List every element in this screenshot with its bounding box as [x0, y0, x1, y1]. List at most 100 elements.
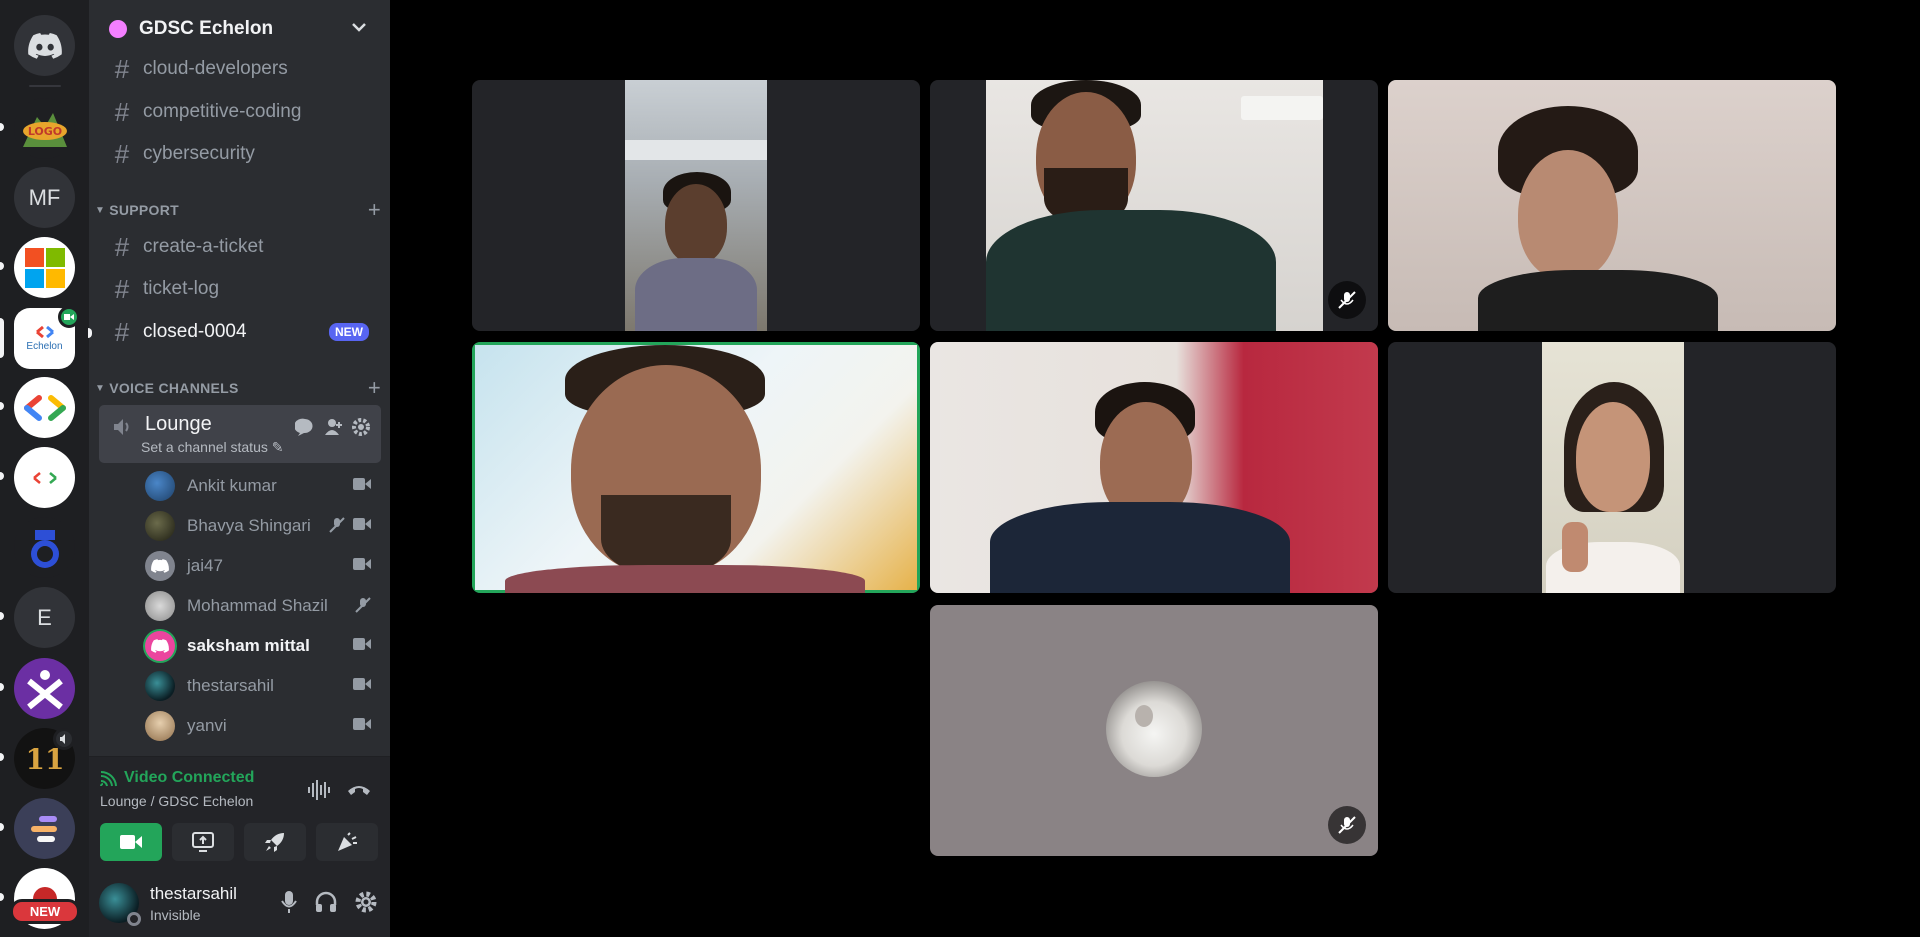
video-tile[interactable]	[1388, 342, 1836, 593]
voice-member[interactable]: jai47	[145, 548, 381, 584]
avatar	[145, 551, 175, 581]
server-header[interactable]: GDSC Echelon	[89, 0, 390, 58]
channel-closed-0004[interactable]: # closed-0004 NEW	[99, 314, 381, 350]
channel-status-label: Set a channel status	[141, 439, 268, 455]
invite-icon[interactable]	[323, 417, 343, 437]
avatar	[145, 671, 175, 701]
person-body	[1478, 270, 1718, 331]
activities-button[interactable]	[244, 823, 306, 861]
channel-ticket-log[interactable]: # ticket-log	[99, 271, 381, 307]
member-name: yanvi	[187, 716, 227, 735]
locked-hash-icon: #	[114, 273, 130, 304]
avatar	[145, 631, 175, 661]
server-icon-purple[interactable]	[14, 658, 75, 719]
video-feed	[1388, 80, 1836, 331]
member-name: Mohammad Shazil	[187, 596, 328, 615]
screen-share-button[interactable]	[172, 823, 234, 861]
video-tile[interactable]	[930, 80, 1378, 331]
puppy-ear	[1135, 705, 1153, 727]
muted-mic-badge	[1328, 281, 1366, 319]
video-tile[interactable]	[930, 342, 1378, 593]
person-body	[986, 210, 1276, 331]
video-tile-avatar[interactable]	[930, 605, 1378, 856]
soundboard-button[interactable]	[316, 823, 378, 861]
voice-activity-badge-icon	[53, 728, 75, 750]
gdsc-icon[interactable]	[14, 377, 75, 438]
voice-channel-lounge[interactable]: Lounge Set a channel status ✎	[99, 405, 381, 463]
signal-icon	[100, 771, 117, 787]
voice-channel-name: Lounge	[145, 413, 212, 435]
voice-status[interactable]: Video Connected	[124, 769, 254, 787]
pencil-icon: ✎	[271, 439, 284, 455]
camera-icon	[353, 678, 371, 690]
unread-pip	[0, 402, 4, 410]
muted-mic-badge	[1328, 806, 1366, 844]
unread-pip	[0, 472, 4, 480]
rocket-icon	[265, 833, 284, 852]
disconnect-icon[interactable]	[346, 781, 372, 797]
soundboard-icon	[338, 832, 357, 851]
muted-mic-icon	[1338, 816, 1356, 834]
svg-text:LOGO: LOGO	[27, 125, 61, 138]
speaker-icon	[114, 419, 129, 435]
voice-connection-panel: Video Connected Lounge / GDSC Echelon	[89, 756, 390, 870]
new-servers-badge[interactable]: NEW	[10, 899, 80, 924]
beard	[601, 495, 731, 575]
category-support[interactable]: ▼ SUPPORT +	[95, 197, 381, 223]
video-tile[interactable]	[1388, 80, 1836, 331]
server-icon-mf[interactable]: MF	[14, 167, 75, 228]
server-icon-blue[interactable]	[14, 517, 75, 578]
channel-sidebar: GDSC Echelon # cloud-developers # compet…	[88, 0, 390, 937]
add-channel-icon[interactable]: +	[368, 375, 381, 401]
user-panel: thestarsahil Invisible	[89, 870, 390, 937]
person-body	[990, 502, 1290, 593]
channel-competitive-coding[interactable]: # competitive-coding	[99, 94, 381, 130]
user-settings-gear-icon[interactable]	[354, 890, 378, 914]
video-feed	[1542, 342, 1684, 593]
unread-pip	[0, 262, 4, 270]
voice-member[interactable]: saksham mittal	[145, 628, 381, 664]
add-channel-icon[interactable]: +	[368, 197, 381, 223]
hash-icon: #	[114, 96, 130, 127]
voice-member[interactable]: yanvi	[145, 708, 381, 744]
video-tile[interactable]	[472, 80, 920, 331]
server-icon-stack[interactable]	[14, 798, 75, 859]
rail-divider	[29, 85, 61, 87]
member-name: Ankit kumar	[187, 476, 277, 495]
voice-member[interactable]: thestarsahil	[145, 668, 381, 704]
voice-member[interactable]: Ankit kumar	[145, 468, 381, 504]
camera-icon	[353, 518, 371, 530]
chat-icon[interactable]	[295, 417, 315, 437]
gear-icon[interactable]	[351, 417, 371, 437]
avatar	[145, 511, 175, 541]
channel-label: cybersecurity	[143, 143, 255, 164]
unread-pip	[88, 328, 92, 338]
video-feed	[625, 80, 767, 331]
video-tile-speaking[interactable]	[472, 342, 920, 593]
category-voice-channels[interactable]: ▼ VOICE CHANNELS +	[95, 375, 381, 401]
voice-location[interactable]: Lounge / GDSC Echelon	[100, 793, 253, 809]
camera-toggle-button[interactable]	[100, 823, 162, 861]
voice-member[interactable]: Mohammad Shazil	[145, 588, 381, 624]
channel-create-a-ticket[interactable]: # create-a-ticket	[99, 229, 381, 265]
voice-member[interactable]: Bhavya Shingari	[145, 508, 381, 544]
discord-home-icon[interactable]	[14, 15, 75, 76]
channel-label: ticket-log	[143, 278, 220, 299]
channel-cybersecurity[interactable]: # cybersecurity	[99, 136, 381, 172]
microphone-icon[interactable]	[280, 890, 298, 914]
muted-mic-icon	[1338, 291, 1356, 309]
channel-cloud-developers[interactable]: # cloud-developers	[99, 51, 381, 87]
server-icon-logo-game[interactable]: LOGO	[14, 98, 75, 159]
camera-icon	[353, 558, 371, 570]
username[interactable]: thestarsahil	[150, 884, 237, 904]
microsoft-icon[interactable]	[14, 237, 75, 298]
headphones-icon[interactable]	[314, 890, 338, 914]
set-channel-status[interactable]: Set a channel status ✎	[141, 439, 284, 456]
video-feed	[475, 345, 917, 593]
server-rail: LOGO MF Echelon E 11 NEW	[0, 0, 89, 937]
avatar	[145, 471, 175, 501]
noise-suppression-icon[interactable]	[307, 779, 331, 801]
gdsc-small-icon[interactable]	[14, 447, 75, 508]
user-status: Invisible	[150, 907, 201, 923]
server-icon-e[interactable]: E	[14, 587, 75, 648]
